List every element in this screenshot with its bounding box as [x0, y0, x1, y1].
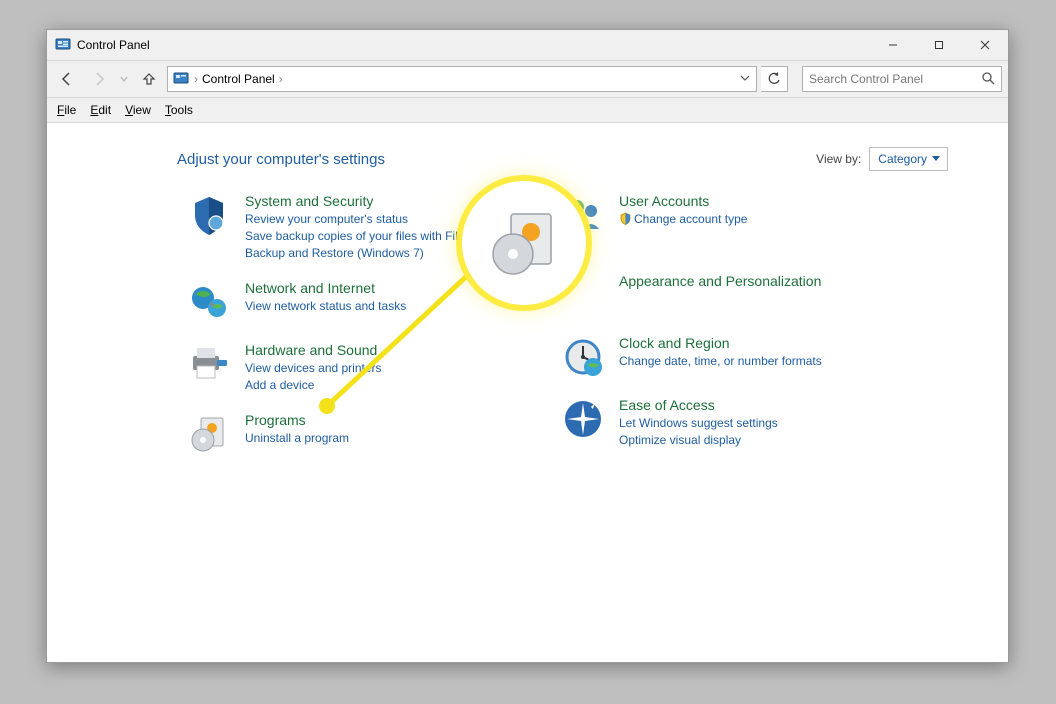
category-title[interactable]: Programs [245, 412, 547, 428]
view-by-label: View by: [816, 152, 861, 166]
view-by: View by: Category [816, 147, 948, 171]
breadcrumb-separator: › [279, 72, 283, 86]
menu-bar: File Edit View Tools [47, 98, 1008, 123]
shield-icon [187, 193, 231, 237]
view-by-value: Category [878, 152, 927, 166]
address-bar: › Control Panel › Search Control Panel [47, 61, 1008, 98]
window-title: Control Panel [77, 38, 150, 52]
programs-icon [187, 412, 231, 456]
category-hardware-sound: Hardware and Sound View devices and prin… [187, 342, 547, 394]
callout-magnifier [462, 181, 586, 305]
category-title[interactable]: Clock and Region [619, 335, 921, 351]
globe-icon [187, 280, 231, 324]
search-input[interactable]: Search Control Panel [802, 66, 1002, 92]
maximize-button[interactable] [916, 30, 962, 60]
category-title[interactable]: Appearance and Personalization [619, 273, 921, 289]
ease-of-access-icon [561, 397, 605, 441]
view-by-dropdown[interactable]: Category [869, 147, 948, 171]
page-heading: Adjust your computer's settings [177, 151, 816, 168]
link-devices-printers[interactable]: View devices and printers [245, 360, 547, 377]
recent-locations-dropdown[interactable] [117, 65, 131, 93]
categories-right-column: User Accounts Change account type [561, 193, 921, 456]
app-icon [55, 37, 71, 53]
titlebar: Control Panel [47, 30, 1008, 61]
clock-icon [561, 335, 605, 379]
category-appearance: Appearance and Personalization [561, 273, 921, 317]
close-button[interactable] [962, 30, 1008, 60]
category-clock-region: Clock and Region Change date, time, or n… [561, 335, 921, 379]
printer-icon [187, 342, 231, 386]
refresh-button[interactable] [761, 66, 788, 92]
menu-file[interactable]: File [57, 103, 76, 117]
back-button[interactable] [53, 65, 81, 93]
address-field[interactable]: › Control Panel › [167, 66, 757, 92]
category-ease-of-access: Ease of Access Let Windows suggest setti… [561, 397, 921, 449]
search-placeholder: Search Control Panel [809, 72, 981, 86]
control-panel-icon [172, 71, 190, 87]
address-dropdown-icon[interactable] [740, 72, 750, 86]
menu-view[interactable]: View [125, 103, 151, 117]
menu-tools[interactable]: Tools [165, 103, 193, 117]
up-button[interactable] [135, 65, 163, 93]
breadcrumb-control-panel[interactable]: Control Panel [202, 72, 275, 86]
forward-button[interactable] [85, 65, 113, 93]
search-icon [981, 71, 995, 88]
control-panel-window: Control Panel [46, 29, 1009, 663]
link-uninstall-program[interactable]: Uninstall a program [245, 430, 547, 447]
category-user-accounts: User Accounts Change account type [561, 193, 921, 237]
category-title[interactable]: Hardware and Sound [245, 342, 547, 358]
content-area: Adjust your computer's settings View by:… [47, 123, 1008, 662]
menu-edit[interactable]: Edit [90, 103, 111, 117]
link-optimize-display[interactable]: Optimize visual display [619, 432, 921, 449]
programs-icon-large [485, 204, 563, 282]
minimize-button[interactable] [870, 30, 916, 60]
category-title[interactable]: Ease of Access [619, 397, 921, 413]
category-programs: Programs Uninstall a program [187, 412, 547, 456]
breadcrumb-separator: › [194, 72, 198, 86]
link-suggest-settings[interactable]: Let Windows suggest settings [619, 415, 921, 432]
link-change-account-type[interactable]: Change account type [619, 211, 921, 228]
category-title[interactable]: User Accounts [619, 193, 921, 209]
link-add-device[interactable]: Add a device [245, 377, 547, 394]
link-date-time-formats[interactable]: Change date, time, or number formats [619, 353, 921, 370]
